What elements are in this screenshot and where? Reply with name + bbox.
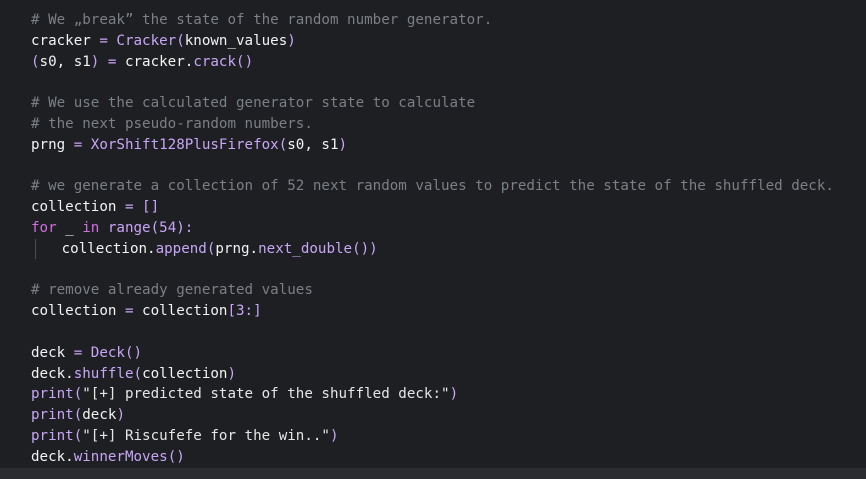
code-line: collection = collection[3:]	[31, 301, 834, 322]
code-token-op: )	[329, 427, 339, 444]
code-token-op: ()	[124, 344, 143, 361]
code-editor[interactable]: # We „break” the state of the random num…	[0, 0, 866, 468]
code-token-ident: cracker.	[124, 53, 194, 70]
code-token-fn: Deck	[90, 344, 125, 361]
code-line: cracker = Cracker(known_values)	[31, 31, 834, 52]
code-line: print("[+] predicted state of the shuffl…	[31, 384, 834, 405]
code-token-op: =	[90, 32, 117, 49]
code-token-comment: # remove already generated values	[31, 282, 313, 299]
code-token-fn: Cracker	[116, 32, 177, 49]
code-token-ident: collection	[31, 199, 117, 216]
code-token-ident: known_values	[184, 32, 288, 49]
code-line: # We „break” the state of the random num…	[31, 10, 834, 31]
code-line: # remove already generated values	[31, 280, 834, 301]
code-token-op: ())	[352, 240, 378, 257]
code-token-ident: s0, s1	[287, 136, 339, 153]
code-token-fn: winnerMoves	[73, 448, 168, 465]
code-token-comment: # We „break” the state of the random num…	[31, 12, 493, 28]
code-token-ident: deck	[82, 407, 117, 424]
code-token-op: =	[99, 53, 125, 70]
code-token-op: (	[176, 32, 185, 49]
code-token-op: (	[31, 53, 40, 70]
code-token-op: (	[278, 136, 288, 153]
code-token-ident: cracker	[31, 32, 91, 49]
code-token-op: (	[133, 365, 143, 382]
code-token-ident: deck	[31, 344, 66, 361]
code-token-op: )	[338, 136, 348, 153]
code-line: deck = Deck()	[31, 343, 834, 364]
code-line: collection.append(prng.next_double())	[31, 238, 834, 260]
code-token-kw: for	[31, 219, 57, 236]
code-token-op: ):	[176, 219, 194, 236]
code-token-ident: prng	[31, 136, 66, 153]
code-token-ident: collection.	[61, 240, 156, 257]
code-line: # We use the calculated generator state …	[31, 93, 834, 114]
code-token-comment: # We use the calculated generator state …	[31, 95, 476, 112]
code-token-ident: _	[56, 219, 83, 236]
code-token-str: "[+] Riscufefe for the win.."	[82, 427, 330, 444]
code-line: # the next pseudo-random numbers.	[31, 114, 834, 135]
code-token-fn: print	[31, 427, 74, 444]
code-token-op: )	[227, 365, 237, 382]
code-token-op: []	[142, 199, 160, 216]
code-token-fn: append	[155, 240, 207, 257]
code-token-op: =	[116, 303, 143, 320]
code-token-op: )	[287, 32, 296, 49]
code-token-op: =	[116, 199, 143, 216]
code-token-op: ()	[167, 448, 185, 465]
code-token-op: ()	[236, 53, 254, 70]
code-token-fn: print	[31, 407, 74, 424]
code-token-op: =	[65, 136, 91, 153]
code-line: deck.shuffle(collection)	[31, 364, 834, 385]
code-line: for _ in range(54):	[31, 218, 834, 239]
code-token-ident: collection	[142, 365, 228, 382]
code-token-ident: collection	[31, 303, 117, 320]
code-token-ident: collection	[142, 303, 228, 320]
code-token-comment: # we generate a collection of 52 next ra…	[31, 178, 834, 195]
code-token-fn: print	[31, 386, 74, 403]
code-token-op: (	[150, 219, 160, 236]
code-token-num: 54	[159, 219, 177, 236]
code-token-fn: XorShift128PlusFirefox	[90, 136, 279, 153]
code-line: print(deck)	[31, 405, 834, 426]
code-token-ident	[99, 220, 108, 236]
code-token-op: [	[227, 303, 237, 320]
code-token-op: (	[73, 407, 83, 424]
code-token-ident: s0, s1	[39, 53, 91, 70]
code-line: deck.winnerMoves()	[31, 447, 834, 468]
code-line: (s0, s1) = cracker.crack()	[31, 52, 834, 73]
code-token-op: (	[73, 427, 83, 444]
code-token-fn: next_double	[258, 240, 353, 257]
code-block[interactable]: # We „break” the state of the random num…	[31, 10, 834, 468]
code-line: prng = XorShift128PlusFirefox(s0, s1)	[31, 135, 834, 156]
code-line: collection = []	[31, 197, 834, 218]
code-token-fn: shuffle	[73, 365, 134, 382]
code-line: # we generate a collection of 52 next ra…	[31, 176, 834, 197]
code-token-kw: in	[82, 219, 100, 236]
horizontal-scrollbar[interactable]	[0, 468, 866, 479]
code-token-fn: crack	[193, 53, 237, 70]
code-token-comment: # the next pseudo-random numbers.	[31, 115, 313, 132]
code-token-fn: range	[107, 219, 151, 236]
code-token-op: )	[116, 407, 125, 424]
code-token-op: =	[65, 344, 91, 361]
code-token-ident: prng.	[215, 240, 259, 257]
code-token-op: (	[73, 386, 83, 403]
code-token-str: "[+] predicted state of the shuffled dec…	[82, 386, 450, 403]
code-token-op: ]	[253, 303, 262, 320]
code-token-op: )	[449, 386, 459, 403]
code-token-ident: deck.	[31, 365, 74, 382]
code-line: print("[+] Riscufefe for the win..")	[31, 426, 834, 447]
code-token-num: 3:	[236, 303, 254, 320]
code-token-ident: deck.	[31, 448, 74, 465]
